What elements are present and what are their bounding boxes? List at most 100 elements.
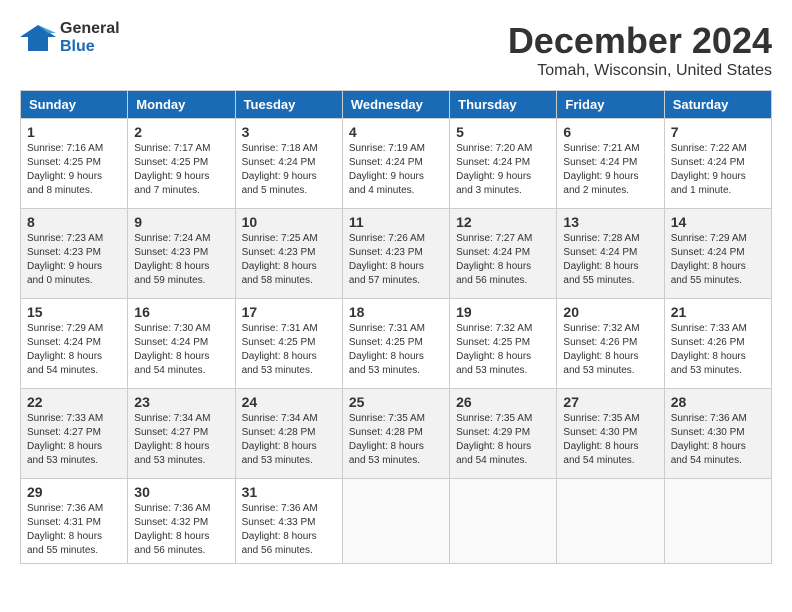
calendar-day-cell: 8 Sunrise: 7:23 AMSunset: 4:23 PMDaylight… — [21, 209, 128, 299]
day-number: 20 — [563, 304, 657, 320]
day-info: Sunrise: 7:35 AMSunset: 4:28 PMDaylight:… — [349, 412, 443, 468]
day-info: Sunrise: 7:29 AMSunset: 4:24 PMDaylight:… — [27, 322, 121, 378]
calendar-day-cell: 1 Sunrise: 7:16 AMSunset: 4:25 PMDaylight… — [21, 119, 128, 209]
day-number: 5 — [456, 124, 550, 140]
day-info: Sunrise: 7:30 AMSunset: 4:24 PMDaylight:… — [134, 322, 228, 378]
day-number: 31 — [242, 484, 336, 500]
day-info: Sunrise: 7:35 AMSunset: 4:29 PMDaylight:… — [456, 412, 550, 468]
day-number: 29 — [27, 484, 121, 500]
day-number: 30 — [134, 484, 228, 500]
day-number: 3 — [242, 124, 336, 140]
weekday-header: Saturday — [664, 91, 771, 119]
day-info: Sunrise: 7:34 AMSunset: 4:28 PMDaylight:… — [242, 412, 336, 468]
day-number: 23 — [134, 394, 228, 410]
calendar-day-cell — [342, 479, 449, 564]
calendar-day-cell: 9 Sunrise: 7:24 AMSunset: 4:23 PMDaylight… — [128, 209, 235, 299]
calendar-day-cell: 20 Sunrise: 7:32 AMSunset: 4:26 PMDayligh… — [557, 299, 664, 389]
calendar-day-cell: 23 Sunrise: 7:34 AMSunset: 4:27 PMDayligh… — [128, 389, 235, 479]
day-number: 10 — [242, 214, 336, 230]
calendar-week-row: 8 Sunrise: 7:23 AMSunset: 4:23 PMDaylight… — [21, 209, 772, 299]
day-info: Sunrise: 7:36 AMSunset: 4:32 PMDaylight:… — [134, 502, 228, 558]
day-info: Sunrise: 7:23 AMSunset: 4:23 PMDaylight:… — [27, 232, 121, 288]
day-number: 9 — [134, 214, 228, 230]
day-number: 21 — [671, 304, 765, 320]
logo: General Blue — [20, 20, 120, 56]
calendar-day-cell: 2 Sunrise: 7:17 AMSunset: 4:25 PMDaylight… — [128, 119, 235, 209]
calendar-day-cell: 6 Sunrise: 7:21 AMSunset: 4:24 PMDaylight… — [557, 119, 664, 209]
weekday-header: Friday — [557, 91, 664, 119]
day-number: 27 — [563, 394, 657, 410]
calendar-day-cell: 27 Sunrise: 7:35 AMSunset: 4:30 PMDayligh… — [557, 389, 664, 479]
header: General Blue December 2024 Tomah, Wiscon… — [20, 20, 772, 80]
calendar-header-row: SundayMondayTuesdayWednesdayThursdayFrid… — [21, 91, 772, 119]
day-info: Sunrise: 7:24 AMSunset: 4:23 PMDaylight:… — [134, 232, 228, 288]
day-info: Sunrise: 7:22 AMSunset: 4:24 PMDaylight:… — [671, 142, 765, 198]
calendar-day-cell: 4 Sunrise: 7:19 AMSunset: 4:24 PMDaylight… — [342, 119, 449, 209]
day-number: 4 — [349, 124, 443, 140]
weekday-header: Wednesday — [342, 91, 449, 119]
day-info: Sunrise: 7:31 AMSunset: 4:25 PMDaylight:… — [349, 322, 443, 378]
calendar-day-cell — [664, 479, 771, 564]
day-info: Sunrise: 7:33 AMSunset: 4:27 PMDaylight:… — [27, 412, 121, 468]
day-info: Sunrise: 7:35 AMSunset: 4:30 PMDaylight:… — [563, 412, 657, 468]
calendar-day-cell: 28Sunrise: 7:36 AMSunset: 4:30 PMDayligh… — [664, 389, 771, 479]
day-number: 11 — [349, 214, 443, 230]
day-number: 22 — [27, 394, 121, 410]
day-number: 6 — [563, 124, 657, 140]
day-info: Sunrise: 7:36 AMSunset: 4:30 PMDaylight:… — [671, 412, 765, 468]
day-info: Sunrise: 7:29 AMSunset: 4:24 PMDaylight:… — [671, 232, 765, 288]
calendar-day-cell: 30 Sunrise: 7:36 AMSunset: 4:32 PMDayligh… — [128, 479, 235, 564]
day-number: 8 — [27, 214, 121, 230]
day-number: 2 — [134, 124, 228, 140]
day-number: 19 — [456, 304, 550, 320]
calendar-day-cell: 16Sunrise: 7:30 AMSunset: 4:24 PMDayligh… — [128, 299, 235, 389]
title-area: December 2024 Tomah, Wisconsin, United S… — [508, 20, 772, 80]
weekday-header: Thursday — [450, 91, 557, 119]
day-number: 18 — [349, 304, 443, 320]
calendar-day-cell: 15 Sunrise: 7:29 AMSunset: 4:24 PMDayligh… — [21, 299, 128, 389]
day-info: Sunrise: 7:21 AMSunset: 4:24 PMDaylight:… — [563, 142, 657, 198]
weekday-header: Sunday — [21, 91, 128, 119]
day-number: 26 — [456, 394, 550, 410]
calendar-day-cell: 5 Sunrise: 7:20 AMSunset: 4:24 PMDaylight… — [450, 119, 557, 209]
day-info: Sunrise: 7:20 AMSunset: 4:24 PMDaylight:… — [456, 142, 550, 198]
calendar-day-cell: 29Sunrise: 7:36 AMSunset: 4:31 PMDayligh… — [21, 479, 128, 564]
calendar-day-cell: 25Sunrise: 7:35 AMSunset: 4:28 PMDayligh… — [342, 389, 449, 479]
day-info: Sunrise: 7:31 AMSunset: 4:25 PMDaylight:… — [242, 322, 336, 378]
day-number: 15 — [27, 304, 121, 320]
calendar-day-cell: 24 Sunrise: 7:34 AMSunset: 4:28 PMDayligh… — [235, 389, 342, 479]
calendar-week-row: 22 Sunrise: 7:33 AMSunset: 4:27 PMDayligh… — [21, 389, 772, 479]
day-info: Sunrise: 7:19 AMSunset: 4:24 PMDaylight:… — [349, 142, 443, 198]
day-info: Sunrise: 7:27 AMSunset: 4:24 PMDaylight:… — [456, 232, 550, 288]
day-info: Sunrise: 7:32 AMSunset: 4:25 PMDaylight:… — [456, 322, 550, 378]
calendar-day-cell: 10 Sunrise: 7:25 AMSunset: 4:23 PMDayligh… — [235, 209, 342, 299]
day-info: Sunrise: 7:34 AMSunset: 4:27 PMDaylight:… — [134, 412, 228, 468]
day-info: Sunrise: 7:32 AMSunset: 4:26 PMDaylight:… — [563, 322, 657, 378]
weekday-header: Tuesday — [235, 91, 342, 119]
day-info: Sunrise: 7:26 AMSunset: 4:23 PMDaylight:… — [349, 232, 443, 288]
day-number: 7 — [671, 124, 765, 140]
day-number: 12 — [456, 214, 550, 230]
calendar-week-row: 15 Sunrise: 7:29 AMSunset: 4:24 PMDayligh… — [21, 299, 772, 389]
day-number: 13 — [563, 214, 657, 230]
day-info: Sunrise: 7:18 AMSunset: 4:24 PMDaylight:… — [242, 142, 336, 198]
calendar-week-row: 29Sunrise: 7:36 AMSunset: 4:31 PMDayligh… — [21, 479, 772, 564]
calendar-day-cell: 19 Sunrise: 7:32 AMSunset: 4:25 PMDayligh… — [450, 299, 557, 389]
calendar-day-cell — [557, 479, 664, 564]
day-number: 14 — [671, 214, 765, 230]
day-number: 24 — [242, 394, 336, 410]
logo-bird-icon — [20, 23, 56, 53]
calendar-day-cell: 12 Sunrise: 7:27 AMSunset: 4:24 PMDayligh… — [450, 209, 557, 299]
day-info: Sunrise: 7:16 AMSunset: 4:25 PMDaylight:… — [27, 142, 121, 198]
calendar-day-cell: 3 Sunrise: 7:18 AMSunset: 4:24 PMDaylight… — [235, 119, 342, 209]
day-info: Sunrise: 7:25 AMSunset: 4:23 PMDaylight:… — [242, 232, 336, 288]
day-number: 1 — [27, 124, 121, 140]
calendar-day-cell: 17Sunrise: 7:31 AMSunset: 4:25 PMDayligh… — [235, 299, 342, 389]
day-info: Sunrise: 7:33 AMSunset: 4:26 PMDaylight:… — [671, 322, 765, 378]
page-subtitle: Tomah, Wisconsin, United States — [508, 62, 772, 80]
calendar-day-cell: 18 Sunrise: 7:31 AMSunset: 4:25 PMDayligh… — [342, 299, 449, 389]
calendar-week-row: 1 Sunrise: 7:16 AMSunset: 4:25 PMDaylight… — [21, 119, 772, 209]
day-info: Sunrise: 7:28 AMSunset: 4:24 PMDaylight:… — [563, 232, 657, 288]
day-info: Sunrise: 7:17 AMSunset: 4:25 PMDaylight:… — [134, 142, 228, 198]
day-info: Sunrise: 7:36 AMSunset: 4:33 PMDaylight:… — [242, 502, 336, 558]
